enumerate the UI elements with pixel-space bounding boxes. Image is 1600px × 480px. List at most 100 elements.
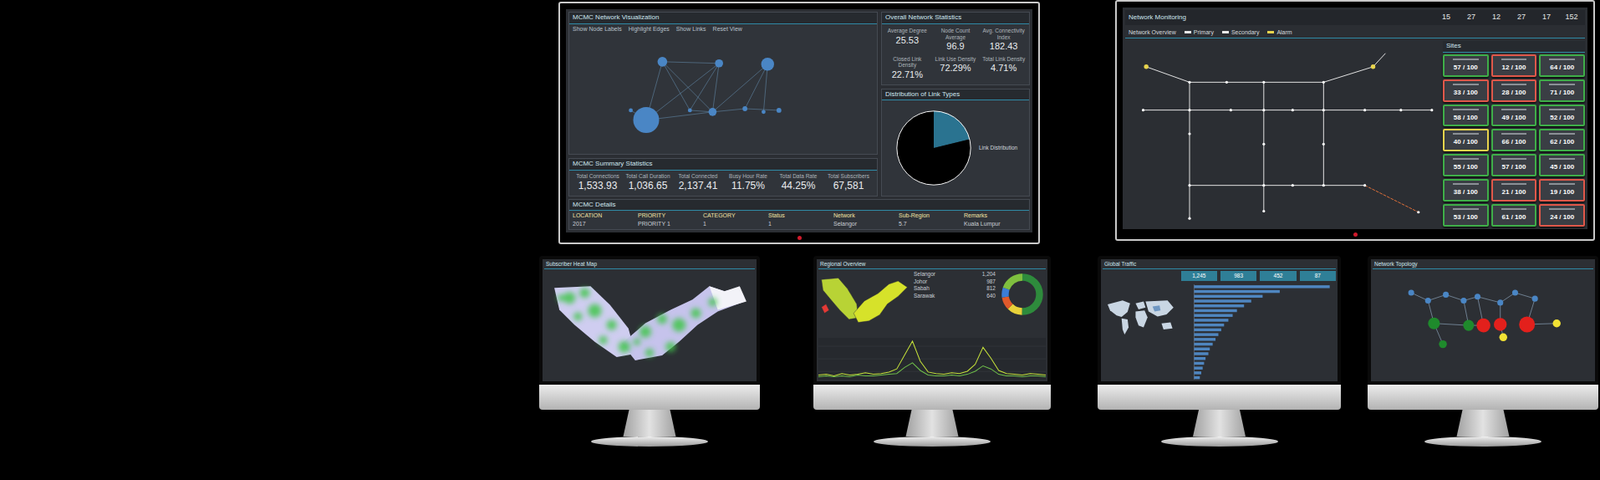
tile-reading: 55 / 100 xyxy=(1453,162,1478,173)
monitor-chin xyxy=(813,384,1051,410)
graph-edge xyxy=(1514,292,1535,299)
continent-shape xyxy=(1161,321,1172,329)
tile-reading: 28 / 100 xyxy=(1502,87,1527,98)
site-tile[interactable]: 19 / 100 xyxy=(1538,178,1585,202)
chart-segment xyxy=(1004,276,1040,311)
map-node xyxy=(1262,108,1265,112)
site-tile[interactable]: 12 / 100 xyxy=(1491,54,1538,77)
column-header[interactable]: Status xyxy=(768,211,831,220)
tile-label-bar xyxy=(1452,58,1478,61)
panel-title: MCMC Summary Statistics xyxy=(569,158,877,171)
site-tile[interactable]: 24 / 100 xyxy=(1538,203,1585,227)
site-tile[interactable]: 57 / 100 xyxy=(1491,153,1538,177)
panel-title: MCMC Network Visualization xyxy=(569,12,877,25)
pie-area: Link Distribution xyxy=(881,100,1030,195)
site-tile[interactable]: 58 / 100 xyxy=(1442,104,1489,128)
map-node xyxy=(1262,142,1265,146)
column-header[interactable]: PRIORITY xyxy=(637,211,700,220)
site-tile[interactable]: 21 / 100 xyxy=(1491,178,1538,202)
site-tile[interactable]: 64 / 100 xyxy=(1538,54,1585,77)
network-stat: Avg. Connectivity Index182.43 xyxy=(980,27,1027,53)
site-tile[interactable]: 71 / 100 xyxy=(1538,79,1585,102)
summary-panel: MCMC Summary StatisticsTotal Connections… xyxy=(568,157,878,196)
stat-label: Node Count Average xyxy=(932,27,979,41)
tiles-title: Sites xyxy=(1442,40,1585,53)
column-header[interactable]: Sub-Region xyxy=(898,211,961,220)
heat-spot xyxy=(563,291,576,304)
table-cell: Sabah xyxy=(913,285,930,293)
bar xyxy=(1193,361,1204,364)
graph-node xyxy=(776,107,782,113)
peninsula-shape xyxy=(554,285,636,357)
bar xyxy=(1193,285,1330,288)
tile-label-bar xyxy=(1501,108,1527,111)
monitor-chin xyxy=(539,384,760,410)
column-header[interactable]: Remarks xyxy=(963,211,1026,220)
stat-label: Busy Hour Rate xyxy=(723,173,774,180)
graph-option[interactable]: Show Links xyxy=(676,25,707,35)
site-tile[interactable]: 66 / 100 xyxy=(1491,128,1538,152)
panel-title: Overall Network Statistics xyxy=(881,12,1030,25)
topology-graph xyxy=(1372,270,1594,380)
map-node xyxy=(1363,108,1366,112)
legend-item[interactable]: Primary xyxy=(1184,28,1214,38)
graph-option[interactable]: Highlight Edges xyxy=(628,25,670,35)
heat-spot xyxy=(690,307,701,318)
topology-node xyxy=(1532,295,1539,301)
tile-label-bar xyxy=(1549,132,1575,135)
graph-options: Show Node Labels Highlight Edges Show Link… xyxy=(569,24,877,36)
table-cell: Sarawak xyxy=(913,292,935,301)
tile-label-bar xyxy=(1549,108,1575,111)
screen-title: Regional Overview xyxy=(818,260,1046,270)
graph-option[interactable]: Reset View xyxy=(713,25,743,35)
legend-label: Secondary xyxy=(1231,29,1259,36)
map-link xyxy=(1189,81,1324,83)
site-tile[interactable]: 40 / 100 xyxy=(1442,128,1489,152)
chart-segment xyxy=(915,129,953,167)
site-tile[interactable]: 52 / 100 xyxy=(1538,104,1585,128)
global-body: 1,24598345287 xyxy=(1102,270,1336,380)
tile-label-bar xyxy=(1549,58,1575,61)
heat-spot xyxy=(579,287,590,298)
heat-spot xyxy=(657,313,668,324)
network-stat: Link Use Density72.29% xyxy=(932,56,979,82)
column-header[interactable]: Network xyxy=(833,211,896,220)
site-tiles: Sites 57 / 100 12 / 10064 / 100 33 / 100 28 … xyxy=(1442,40,1585,227)
map-node xyxy=(1322,81,1325,84)
site-tile[interactable]: 49 / 100 xyxy=(1491,104,1538,128)
topology-node xyxy=(1438,340,1447,348)
tile-label-bar xyxy=(1452,83,1478,86)
details-table: MCMC DetailsLOCATIONPRIORITYCATEGORYStat… xyxy=(568,198,1030,230)
legend-item[interactable]: Alarm xyxy=(1267,28,1292,38)
legend-item[interactable]: Secondary xyxy=(1222,28,1259,38)
tile-reading: 57 / 100 xyxy=(1453,62,1478,73)
map-node xyxy=(1430,108,1433,112)
count-tile: 87 xyxy=(1299,270,1336,281)
continent-shape xyxy=(1135,300,1146,310)
dashboard-screen: Regional OverviewSelangor1,204Johor987Sa… xyxy=(816,259,1048,382)
site-tile[interactable]: 38 / 100 xyxy=(1442,178,1489,202)
map-link xyxy=(1323,66,1373,82)
regional-monitor: Regional OverviewSelangor1,204Johor987Sa… xyxy=(813,255,1051,447)
site-tile[interactable]: 45 / 100 xyxy=(1538,153,1585,177)
graph-edge xyxy=(1477,296,1500,303)
column-header[interactable]: LOCATION xyxy=(572,211,635,220)
graph-edge xyxy=(662,61,713,113)
site-tile[interactable]: 61 / 100 xyxy=(1491,203,1538,227)
site-tile[interactable]: 55 / 100 xyxy=(1442,153,1489,177)
site-tile[interactable]: 33 / 100 xyxy=(1442,79,1489,102)
site-tile[interactable]: 57 / 100 xyxy=(1442,54,1489,77)
map-node xyxy=(1262,183,1265,187)
network-stat: Node Count Average96.9 xyxy=(932,27,979,53)
monitor-chin xyxy=(1097,384,1341,410)
bar xyxy=(1193,366,1203,369)
column-header[interactable]: CATEGORY xyxy=(703,211,765,220)
tile-label-bar xyxy=(1452,132,1478,135)
site-tile[interactable]: 62 / 100 xyxy=(1538,128,1585,152)
graph-option[interactable]: Show Node Labels xyxy=(572,25,622,35)
site-tile[interactable]: 28 / 100 xyxy=(1491,79,1538,102)
continent-shape xyxy=(1135,310,1147,327)
tile-label-bar xyxy=(1452,208,1478,210)
site-tile[interactable]: 53 / 100 xyxy=(1442,203,1489,227)
heat-spot xyxy=(665,341,676,352)
